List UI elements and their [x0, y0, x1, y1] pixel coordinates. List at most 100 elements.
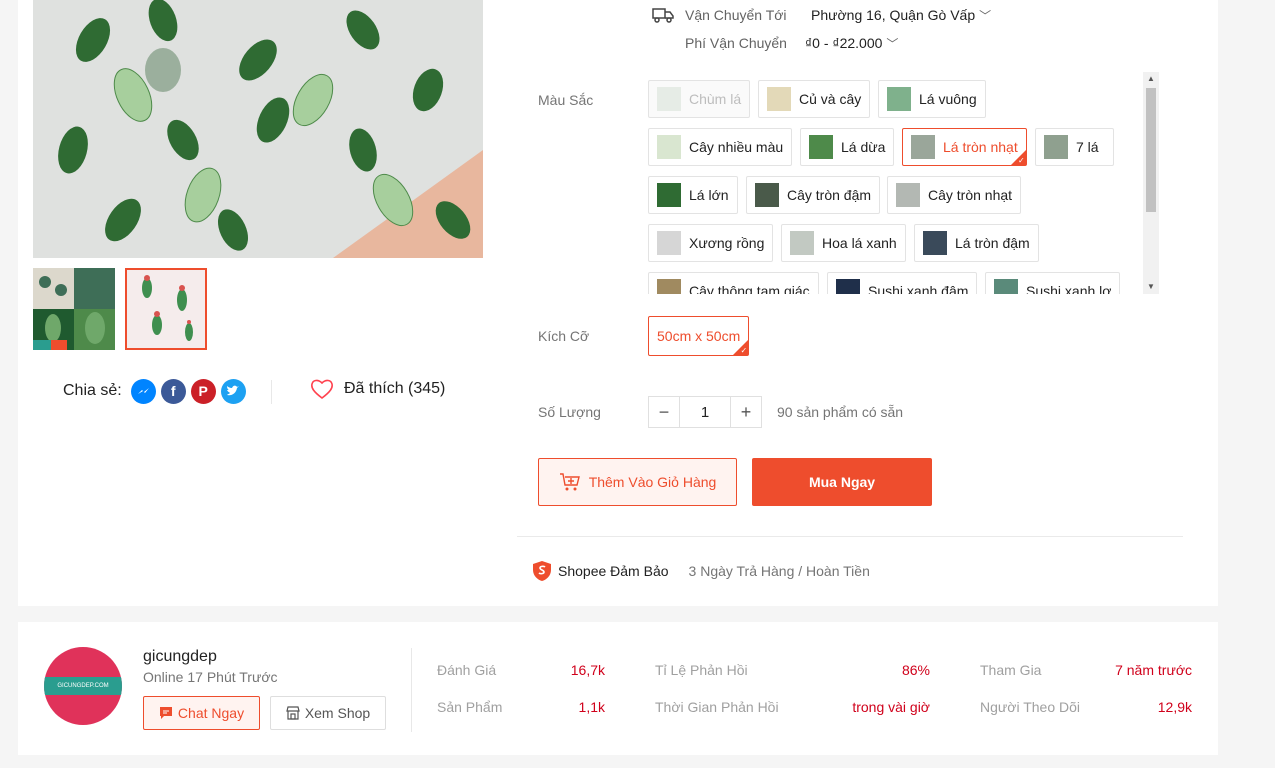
view-shop-button[interactable]: Xem Shop [270, 696, 386, 730]
scroll-up-icon[interactable]: ▲ [1143, 72, 1159, 86]
shop-divider [411, 648, 412, 732]
chevron-down-icon: ﹀ [979, 9, 992, 23]
shield-icon [533, 561, 551, 581]
option-label: Hoa lá xanh [822, 235, 897, 251]
stat-response-rate-label: Tỉ Lệ Phản Hồi [655, 662, 748, 678]
shop-avatar[interactable]: GICUNGDEP.COM [44, 647, 122, 725]
color-option[interactable]: Cây tròn đậm [746, 176, 881, 214]
quantity-label: Số Lượng [538, 404, 601, 420]
scrollbar-thumb[interactable] [1146, 88, 1156, 212]
color-option[interactable]: Lá tròn đậm [914, 224, 1039, 262]
option-label: Lá tròn nhạt [943, 139, 1018, 155]
color-option[interactable]: 7 lá [1035, 128, 1114, 166]
twitter-icon[interactable] [220, 378, 246, 404]
color-option[interactable]: Xương rồng [648, 224, 774, 262]
color-options: Chùm lá Củ và cây Lá vuông Cây nhiều màu… [648, 72, 1143, 294]
color-option[interactable]: Cây nhiều màu [648, 128, 793, 166]
option-label: Lá vuông [919, 91, 977, 107]
like-button[interactable]: Đã thích (345) [310, 378, 445, 400]
swatch-thumbnail [994, 279, 1018, 294]
stat-joined-value: 7 năm trước [1115, 662, 1192, 678]
option-label: 50cm x 50cm [657, 328, 741, 344]
chat-now-button[interactable]: Chat Ngay [143, 696, 260, 730]
color-option[interactable]: Lá dừa [800, 128, 895, 166]
product-thumbnail-selected[interactable] [125, 268, 207, 350]
stat-rating-label: Đánh Giá [437, 662, 497, 678]
stat-response-time-label: Thời Gian Phản Hồi [655, 699, 779, 715]
quantity-input[interactable]: 1 [680, 396, 730, 428]
color-option[interactable]: Sushi xanh lợ [985, 272, 1121, 294]
color-label: Màu Sắc [538, 92, 594, 108]
like-count: Đã thích (345) [344, 380, 446, 397]
stat-joined-label: Tham Gia [980, 662, 1042, 678]
option-label: Cây tròn nhạt [928, 187, 1013, 203]
stat-response-time-value: trong vài giờ [852, 699, 930, 715]
stat-products-value[interactable]: 1,1k [535, 699, 605, 715]
size-label: Kích Cỡ [538, 328, 590, 344]
shopee-guarantee[interactable]: Shopee Đảm Bảo 3 Ngày Trả Hàng / Hoàn Ti… [532, 560, 870, 582]
product-main-image[interactable] [33, 0, 483, 258]
view-shop-label: Xem Shop [304, 705, 371, 721]
option-label: Cây nhiều màu [689, 139, 784, 155]
increase-button[interactable]: + [730, 396, 762, 428]
swatch-thumbnail [657, 135, 681, 159]
color-options-scrollbar[interactable]: ▲ ▼ [1143, 72, 1159, 294]
stock-text: 90 sản phẩm có sẵn [777, 404, 904, 420]
color-option[interactable]: Lá vuông [878, 80, 986, 118]
avatar-logo-text: GICUNGDEP.COM [44, 677, 122, 695]
ship-to-label: Vận Chuyển Tới [685, 7, 787, 23]
option-label: Lá dừa [841, 139, 886, 155]
chevron-down-icon: ﹀ [886, 37, 899, 51]
swatch-thumbnail [657, 231, 681, 255]
swatch-thumbnail [836, 279, 860, 294]
option-label: Củ và cây [799, 91, 862, 107]
truck-icon [652, 6, 674, 29]
store-icon [286, 706, 300, 720]
option-label: Lá tròn đậm [955, 235, 1030, 251]
shop-card [18, 622, 1218, 755]
swatch-thumbnail [809, 135, 833, 159]
option-label: Cây thông tam giác [689, 283, 810, 294]
chat-icon [159, 707, 172, 719]
product-thumbnail[interactable] [33, 268, 115, 350]
color-option[interactable]: Chùm lá [648, 80, 751, 118]
color-option[interactable]: Cây thông tam giác [648, 272, 819, 294]
color-option-selected[interactable]: Lá tròn nhạt [902, 128, 1027, 166]
option-label: Chùm lá [689, 91, 742, 107]
swatch-thumbnail [755, 183, 779, 207]
color-option[interactable]: Cây tròn nhạt [887, 176, 1022, 214]
scroll-down-icon[interactable]: ▼ [1143, 280, 1159, 294]
swatch-thumbnail [790, 231, 814, 255]
swatch-thumbnail [767, 87, 791, 111]
divider [517, 536, 1183, 537]
chat-now-label: Chat Ngay [177, 705, 245, 721]
ship-to-dropdown[interactable]: Phường 16, Quận Gò Vấp ﹀ [811, 7, 991, 24]
swatch-thumbnail [896, 183, 920, 207]
swatch-thumbnail [911, 135, 935, 159]
ship-fee-dropdown[interactable]: ₫0 - ₫22.000 ﹀ [805, 35, 898, 52]
guarantee-desc: 3 Ngày Trả Hàng / Hoàn Tiền [688, 563, 870, 579]
stat-response-rate-value: 86% [901, 662, 930, 678]
selected-check-icon [1010, 150, 1026, 165]
color-option[interactable]: Hoa lá xanh [781, 224, 906, 262]
pinterest-icon[interactable]: P [190, 378, 216, 404]
option-label: Lá lớn [689, 187, 729, 203]
facebook-icon[interactable]: f [160, 378, 186, 404]
swatch-thumbnail [657, 279, 681, 294]
color-option[interactable]: Sushi xanh đậm [827, 272, 978, 294]
decrease-button[interactable]: − [648, 396, 680, 428]
color-option[interactable]: Củ và cây [758, 80, 871, 118]
shop-name[interactable]: gicungdep [143, 648, 217, 666]
messenger-icon[interactable] [130, 378, 156, 404]
stat-rating-value[interactable]: 16,7k [535, 662, 605, 678]
option-label: Cây tròn đậm [787, 187, 872, 203]
color-option[interactable]: Lá lớn [648, 176, 738, 214]
selected-check-icon [733, 340, 749, 355]
ship-to-value: Phường 16, Quận Gò Vấp [811, 7, 976, 23]
size-option-selected[interactable]: 50cm x 50cm [648, 316, 750, 356]
heart-icon [311, 379, 333, 400]
buy-now-button[interactable]: Mua Ngay [752, 458, 932, 506]
add-to-cart-button[interactable]: Thêm Vào Giỏ Hàng [538, 458, 737, 506]
stat-products-label: Sản Phẩm [437, 699, 503, 715]
swatch-thumbnail [923, 231, 947, 255]
